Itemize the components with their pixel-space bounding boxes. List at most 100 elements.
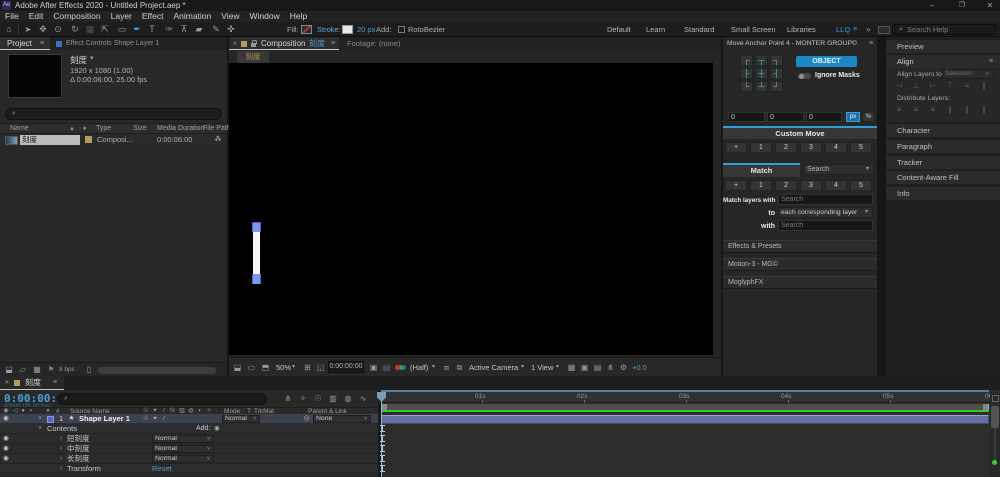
panel-motion3[interactable]: Motion-3 - MG© [723, 258, 877, 271]
layer-duration-bar[interactable] [381, 415, 989, 424]
col-name[interactable]: Name [10, 124, 29, 134]
anchor-mid-right-button[interactable]: ┤ [770, 68, 783, 79]
row-name-box[interactable]: 刻度 [20, 135, 80, 145]
timeline-search-input[interactable] [72, 394, 260, 404]
rotobezier-checkbox[interactable] [398, 26, 405, 33]
comp-timecode-box[interactable]: 0:00:00:00 [328, 361, 364, 373]
resolution-value[interactable]: (Half) [410, 358, 428, 377]
to-layer-dropdown[interactable]: each corresponding layer ▾ [778, 207, 873, 218]
workspace-libraries[interactable]: Libraries [787, 22, 816, 37]
expand-arrow-icon[interactable]: ˅ [36, 414, 44, 424]
selection-tool[interactable]: ➤ [22, 22, 34, 37]
workspace-small-screen[interactable]: Small Screen [731, 22, 776, 37]
timeline-button-icon[interactable]: ▤ [592, 358, 603, 377]
menu-file[interactable]: File [5, 11, 19, 22]
match-layers-input[interactable] [778, 194, 873, 205]
menu-effect[interactable]: Effect [142, 11, 164, 22]
pan-behind-tool[interactable]: ⇱ [99, 22, 111, 37]
anchor-bottom-left-button[interactable]: └ [740, 81, 753, 92]
channels-icon[interactable] [395, 365, 400, 370]
add-property-icon[interactable]: ◉ [213, 424, 221, 434]
frame-blending-icon[interactable]: ▥ [327, 393, 339, 405]
align-right-icon[interactable]: ⊢ [928, 81, 938, 90]
expand-arrow-icon[interactable]: ˅ [36, 424, 44, 434]
grid-options-icon[interactable]: ⊞ [302, 358, 313, 377]
anchor-top-right-button[interactable]: ┐ [770, 55, 783, 66]
object-mode-button[interactable]: OBJECT [796, 56, 857, 67]
custom-slot-add-button[interactable]: + [725, 142, 747, 153]
magnification-icon[interactable]: ⬒ [260, 358, 271, 377]
match-slot-3-button[interactable]: 3 [800, 180, 822, 191]
timeline-vscrollbar-thumb[interactable] [991, 406, 999, 428]
motion-blur-icon[interactable]: ◍ [342, 393, 354, 405]
col-file-path[interactable]: File Path [203, 124, 231, 134]
minimize-button[interactable]: – [922, 0, 942, 11]
distribute-h-center-icon[interactable]: ∥ [962, 105, 972, 114]
type-tool[interactable]: T [146, 22, 158, 37]
panel-moglyphfx[interactable]: MoglyphFX [723, 276, 877, 289]
panel-menu-icon[interactable]: ≡ [986, 55, 996, 68]
viewer-tab[interactable]: 刻度 [237, 51, 269, 63]
camera-tool[interactable]: ▦ [84, 22, 96, 37]
anchor-center-button[interactable]: ┼ [755, 68, 768, 79]
draft-3d-icon[interactable]: ✧ [297, 393, 309, 405]
row-label-color[interactable] [85, 136, 92, 143]
workspace-learn[interactable]: Learn [646, 22, 665, 37]
fill-swatch[interactable] [301, 25, 312, 34]
zoom-tool[interactable]: ⊙ [52, 22, 64, 37]
time-ruler[interactable] [381, 392, 1000, 403]
match-tab[interactable]: Match [723, 163, 800, 177]
camera-chevron-icon[interactable]: ▾ [521, 358, 524, 377]
view-chevron-icon[interactable]: ▾ [556, 358, 559, 377]
collapse-right-icon[interactable]: › [57, 444, 65, 454]
group-mode-dropdown[interactable]: Normal ˅ [152, 455, 214, 463]
layer-mode-dropdown[interactable]: Normal ˅ [222, 415, 260, 423]
eye-icon[interactable]: ◉ [2, 454, 10, 464]
layer-name[interactable]: Shape Layer 1 [79, 414, 130, 424]
collapse-right-icon[interactable]: › [57, 464, 65, 474]
transform-reset-link[interactable]: Reset [152, 464, 172, 474]
layer-shy-icon[interactable]: ☉ [142, 414, 150, 424]
camera-view-value[interactable]: Active Camera [469, 358, 518, 377]
workspace-standard[interactable]: Standard [684, 22, 714, 37]
menu-view[interactable]: View [221, 11, 239, 22]
workspace-default[interactable]: Default [607, 22, 631, 37]
clone-stamp-tool[interactable]: ⊼ [178, 22, 190, 37]
pixel-aspect-icon[interactable]: ▦ [566, 358, 577, 377]
panel-content-aware-fill[interactable]: Content-Aware Fill [886, 171, 1000, 184]
project-hscrollbar[interactable] [98, 367, 216, 374]
align-top-icon[interactable]: ⊤ [945, 81, 955, 90]
distribute-v-center-icon[interactable]: ≡ [911, 105, 921, 114]
project-row[interactable]: 刻度 Composi... 0:00:06:00 ⁂ [0, 134, 227, 146]
align-bottom-icon[interactable]: ∥ [979, 81, 989, 90]
zoom-chevron-icon[interactable]: ▾ [292, 358, 295, 377]
group-mode-dropdown[interactable]: Normal ˅ [152, 445, 214, 453]
tab-footage[interactable]: Footage: (none) [347, 37, 400, 50]
group-row-mid-tick[interactable]: ◉ › 中刻度 Normal ˅ [0, 444, 378, 454]
match-mode-dropdown[interactable]: Search ▾ [803, 164, 875, 175]
anchor-z-field[interactable] [806, 112, 842, 122]
comp-name-chevron-icon[interactable]: ▾ [90, 54, 94, 62]
anchor-top-center-button[interactable]: ┬ [755, 55, 768, 66]
comp-mini-flowchart-icon[interactable]: ⋔ [282, 393, 294, 405]
align-to-dropdown[interactable]: Selection ▾ [942, 69, 994, 79]
layer-parent-dropdown[interactable]: None ˅ [313, 415, 371, 423]
hand-tool[interactable]: ✥ [37, 22, 49, 37]
menu-help[interactable]: Help [290, 11, 307, 22]
group-name[interactable]: 长刻度 [67, 454, 90, 464]
script-panel-title[interactable]: Move Anchor Point 4 - MONTER GROUP© [727, 37, 857, 50]
eye-icon[interactable]: ◉ [2, 444, 10, 454]
custom-slot-5-button[interactable]: 5 [850, 142, 872, 153]
eraser-tool[interactable]: ▰ [193, 22, 205, 37]
anchor-mid-left-button[interactable]: ├ [740, 68, 753, 79]
maximize-button[interactable]: ❐ [952, 0, 972, 11]
roto-brush-tool[interactable]: ✎ [210, 22, 222, 37]
distribute-left-icon[interactable]: ∥ [945, 105, 955, 114]
flowchart-button-icon[interactable]: ⋔ [605, 358, 616, 377]
new-composition-icon[interactable]: ▦ [32, 363, 42, 376]
with-layers-input[interactable] [778, 220, 873, 231]
menu-window[interactable]: Window [250, 11, 280, 22]
home-tool[interactable]: ⌂ [3, 22, 15, 37]
close-tab-icon[interactable]: ✕ [3, 376, 11, 390]
rectangle-tool[interactable]: ▭ [116, 22, 128, 37]
